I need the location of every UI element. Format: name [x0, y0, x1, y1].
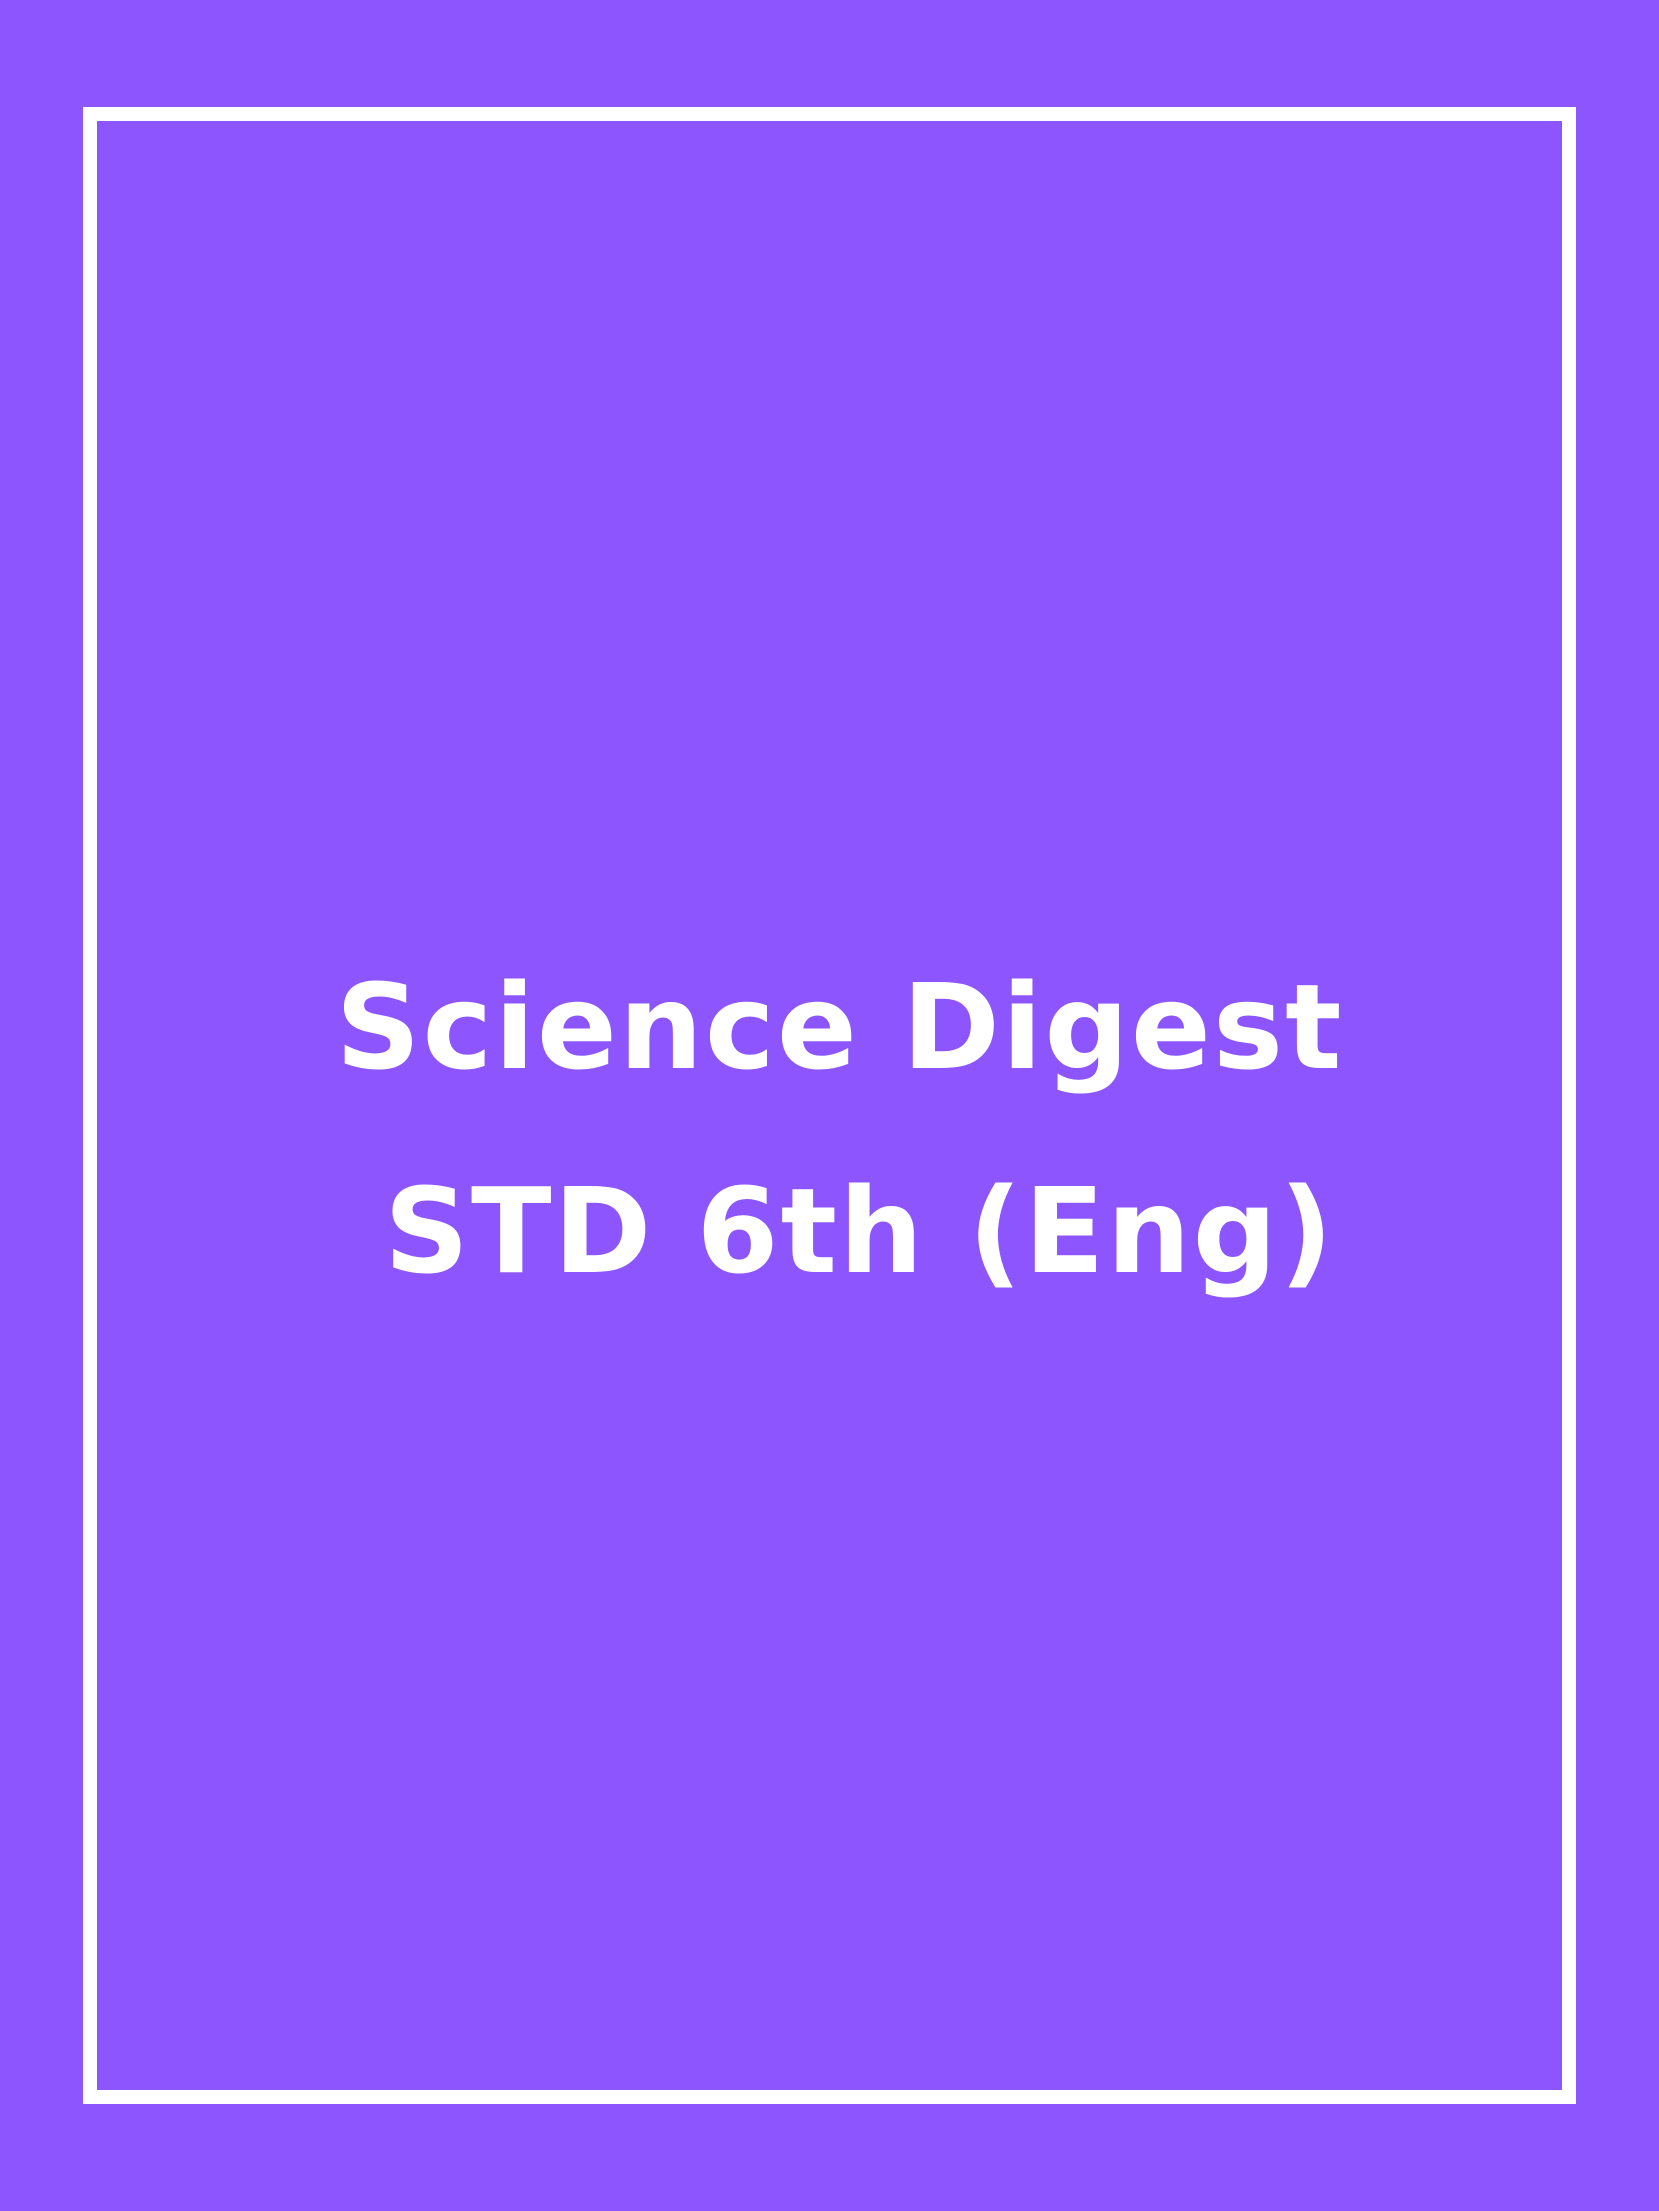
cover-title: Science Digest STD 6th (Eng) [0, 925, 1659, 1333]
book-cover: { "cover": { "background_color": "#8c55f… [0, 0, 1659, 2211]
title-line-1: Science Digest [335, 958, 1344, 1096]
title-line-2: STD 6th (Eng) [383, 1162, 1336, 1300]
